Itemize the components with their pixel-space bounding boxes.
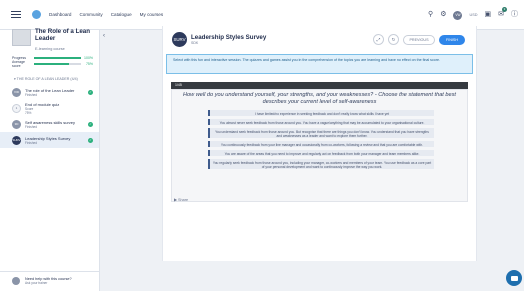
quiz-progress-header: 1/45 [171, 82, 468, 89]
currency-selector[interactable]: USD [469, 13, 477, 17]
answer-option[interactable]: You understand seek feedback from those … [208, 128, 434, 138]
answer-option[interactable]: You regularly seek feedback from those a… [208, 159, 434, 169]
help-link[interactable]: Ask your trainer [25, 281, 72, 285]
activity-panel: SURV Leadership Styles Survey SDK ⤢ ↻ PR… [162, 26, 477, 261]
chevron-left-icon[interactable]: ‹ [103, 33, 105, 39]
survey-icon: SURV [172, 32, 187, 47]
fullscreen-button[interactable]: ⤢ [373, 34, 384, 45]
help-box[interactable]: Need help with this course? Ask your tra… [12, 277, 72, 285]
nav-my-courses[interactable]: My courses [140, 12, 164, 17]
activity-title: Leadership Styles Survey [191, 34, 267, 41]
share-label: Share [177, 198, 189, 202]
quiz-number-icon: 1 [12, 103, 21, 113]
survey-icon: SURV [12, 135, 21, 145]
notification-badge: 3 [502, 7, 507, 12]
answer-options: I have limited/no experience in seeking … [208, 110, 434, 169]
settings-icon[interactable]: ⚙ [440, 10, 446, 20]
share-button[interactable]: ▶ Share [174, 197, 188, 202]
lesson-item[interactable]: 3D Self awareness skills survey Finished… [0, 116, 99, 132]
top-right-controls: ⚲ ⚙ VW USD ▣ ✉ 3 ⓘ [428, 7, 518, 20]
course-title: The Role of a Lean Leader [35, 28, 91, 42]
progress-value: 100% [84, 56, 93, 60]
check-icon: ✓ [88, 89, 93, 95]
info-notice: Select with this fun and interactive ses… [166, 54, 473, 74]
finish-button[interactable]: FINISH [439, 34, 465, 45]
menu-icon[interactable] [11, 11, 21, 18]
score-label: Average score [12, 60, 25, 68]
lesson-item-active[interactable]: SURV Leadership Styles Survey Finished ✓ [0, 132, 99, 148]
lesson-status: Finished [25, 140, 38, 145]
answer-option[interactable]: You continuously feedback from your line… [208, 141, 434, 147]
course-sidebar: The Role of a Lean Leader E-learning cou… [0, 28, 100, 291]
course-header: The Role of a Lean Leader [0, 28, 99, 46]
progress-bar [34, 57, 81, 59]
chat-icon [510, 275, 518, 281]
refresh-button[interactable]: ↻ [388, 34, 399, 45]
section-header[interactable]: ▾ THE ROLE OF A LEAN LEADER (4/4) [14, 77, 99, 81]
lesson-status: Finished [25, 92, 38, 97]
answer-option[interactable]: I have limited/no experience in seeking … [208, 110, 434, 116]
lesson-item[interactable]: VID The role of the Lean Leader Finished… [0, 84, 99, 100]
notifications-icon[interactable]: ✉ 3 [498, 7, 507, 20]
score-row: Average score 75% [0, 60, 99, 68]
score-bar-fill [34, 63, 70, 65]
brand-logo[interactable] [32, 10, 41, 19]
check-icon: ✓ [88, 121, 93, 127]
nav-community[interactable]: Community [79, 12, 102, 17]
video-icon: VID [12, 87, 21, 97]
help-icon[interactable]: ⓘ [511, 10, 518, 20]
answer-option[interactable]: You almost never seek feedback from thos… [208, 119, 434, 125]
activity-type: SDK [191, 41, 199, 45]
course-thumbnail [12, 29, 31, 46]
nav-catalogue[interactable]: Catalogue [111, 12, 132, 17]
score-bar [34, 63, 81, 65]
chat-button[interactable] [506, 270, 522, 286]
score-value: 75% [85, 62, 93, 66]
survey-icon: 3D [12, 119, 21, 129]
trainer-avatar [12, 277, 20, 285]
user-avatar[interactable]: VW [453, 10, 463, 20]
question-text: How well do you understand yourself, you… [182, 92, 456, 105]
lesson-score: 75% [25, 110, 32, 115]
divider [0, 271, 100, 272]
progress-bar-fill [34, 57, 81, 59]
search-icon[interactable]: ⚲ [428, 10, 433, 20]
activity-controls: ⤢ ↻ PREVIOUS FINISH [373, 34, 465, 45]
course-subtitle: E-learning course [35, 47, 65, 51]
lesson-status: Finished [25, 124, 38, 129]
check-icon: ✓ [88, 137, 93, 143]
quiz-content: How well do you understand yourself, you… [171, 89, 468, 202]
answer-option[interactable]: You are aware of the areas that you need… [208, 150, 434, 156]
cart-icon[interactable]: ▣ [485, 10, 492, 20]
main-nav: Dashboard Community Catalogue My courses [49, 12, 163, 17]
section-title: THE ROLE OF A LEAN LEADER (4/4) [16, 77, 78, 81]
lesson-item[interactable]: 1 End of module quiz Score 75% [0, 100, 99, 116]
nav-dashboard[interactable]: Dashboard [49, 12, 71, 17]
previous-button[interactable]: PREVIOUS [403, 34, 435, 45]
